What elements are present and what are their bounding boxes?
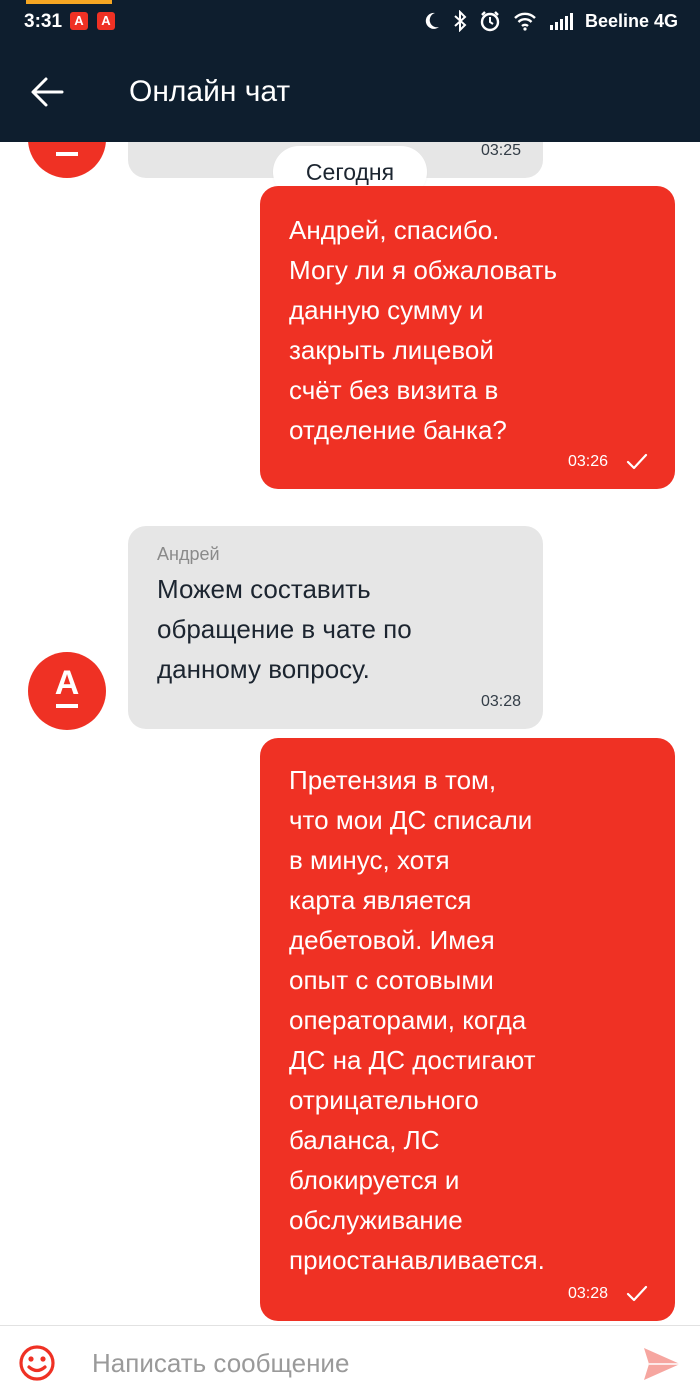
- chat-messages[interactable]: А 03:25 Сегодня Андрей, спасибо. Могу ли…: [0, 142, 700, 1325]
- message-author: Андрей: [157, 544, 220, 564]
- alarm-icon: [480, 11, 500, 32]
- emoji-button[interactable]: [17, 1343, 57, 1383]
- back-button[interactable]: [26, 70, 70, 114]
- message-text: Можем составить обращение в чате по данн…: [157, 574, 412, 684]
- message-input[interactable]: [92, 1340, 612, 1386]
- carrier-label: Beeline 4G: [584, 10, 678, 31]
- bluetooth-icon: [454, 10, 467, 32]
- message-bubble-outgoing[interactable]: Претензия в том, что мои ДС списали в ми…: [260, 738, 675, 1321]
- status-accent-line: [26, 0, 112, 4]
- composer-bar: [0, 1325, 700, 1400]
- page-title: Онлайн чат: [129, 75, 291, 108]
- moon-icon: [425, 12, 439, 29]
- message-time: 03:28: [480, 693, 521, 710]
- arrow-left-icon: [31, 77, 64, 107]
- send-button[interactable]: [640, 1342, 684, 1386]
- status-time: 3:31: [24, 11, 63, 32]
- status-indicators: Beeline 4G: [423, 9, 678, 33]
- message-bubble-incoming[interactable]: Андрей Можем составить обращение в чате …: [128, 526, 543, 729]
- alfa-notification-icon: А: [70, 12, 88, 30]
- avatar-underline: [56, 152, 78, 156]
- operator-avatar: А: [28, 142, 106, 178]
- smiley-icon: [19, 1345, 55, 1381]
- message-content: Андрей Можем составить обращение в чате …: [157, 544, 412, 689]
- checkmark-icon: [626, 1285, 648, 1302]
- paper-plane-icon: [644, 1348, 680, 1380]
- alfa-notification-icon: А: [97, 12, 115, 30]
- app-bar: Онлайн чат: [0, 42, 700, 142]
- message-time: 03:26: [568, 453, 609, 470]
- wifi-icon: [514, 12, 536, 31]
- checkmark-icon: [626, 453, 648, 470]
- message-text: Претензия в том, что мои ДС списали в ми…: [289, 765, 545, 1275]
- message-text: Андрей, спасибо. Могу ли я обжаловать да…: [289, 215, 558, 445]
- message-time: 03:25: [480, 142, 521, 159]
- message-time: 03:28: [568, 1285, 609, 1302]
- operator-avatar: А: [28, 652, 106, 730]
- avatar-underline: [56, 704, 78, 708]
- message-bubble-outgoing[interactable]: Андрей, спасибо. Могу ли я обжаловать да…: [260, 186, 675, 489]
- status-bar: 3:31 А А Beeline 4G: [0, 0, 700, 42]
- signal-icon: [549, 13, 573, 30]
